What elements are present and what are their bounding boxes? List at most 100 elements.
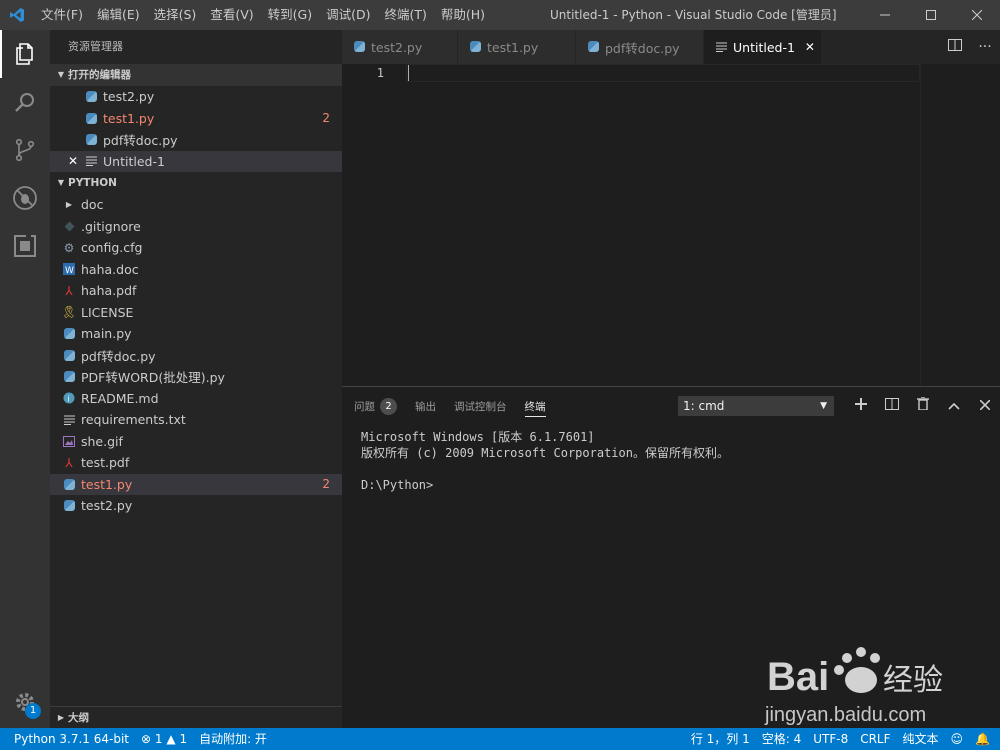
terminal-select[interactable]: 1: cmd ▼: [678, 396, 834, 416]
activity-bar: 1: [0, 30, 50, 728]
window-title: Untitled-1 - Python - Visual Studio Code…: [550, 8, 837, 22]
terminal-output[interactable]: Microsoft Windows [版本 6.1.7601] 版权所有 (c) …: [361, 429, 729, 493]
terminal-line: 版权所有 (c) 2009 Microsoft Corporation。保留所有…: [361, 446, 729, 460]
minimize-button[interactable]: [862, 0, 908, 30]
warning-icon: ▲: [166, 732, 176, 746]
extensions-icon[interactable]: [0, 222, 50, 270]
file-tree-item[interactable]: PDF转WORD(批处理).py: [50, 366, 342, 388]
python-interpreter[interactable]: Python 3.7.1 64-bit: [0, 728, 135, 750]
editor-tab-label: Untitled-1: [733, 39, 795, 55]
chevron-down-icon: ▼: [57, 178, 65, 187]
chevron-down-icon: ▼: [820, 401, 827, 411]
file-tree-label: haha.doc: [81, 261, 139, 277]
menu-item-0[interactable]: 文件(F): [34, 0, 90, 30]
menu-item-6[interactable]: 终端(T): [377, 0, 433, 30]
chevron-up-icon[interactable]: [938, 396, 969, 416]
tab-output-label: 输出: [415, 400, 436, 413]
menu-item-1[interactable]: 编辑(E): [90, 0, 147, 30]
menu-item-5[interactable]: 调试(D): [319, 0, 377, 30]
open-editor-item[interactable]: ✕ Untitled-1: [50, 150, 342, 172]
explorer-icon[interactable]: [0, 30, 50, 78]
split-editor-icon[interactable]: [940, 39, 970, 55]
open-editor-item[interactable]: test1.py 2: [50, 108, 342, 130]
editor-tab[interactable]: pdf转doc.py: [576, 30, 704, 64]
encoding[interactable]: UTF-8: [807, 728, 854, 750]
file-tree-item[interactable]: ▶ doc: [50, 194, 342, 216]
trash-icon[interactable]: [907, 396, 938, 416]
close-icon[interactable]: ✕: [68, 154, 78, 168]
problems-count-badge: 2: [380, 397, 397, 415]
editor-tab[interactable]: Untitled-1 ✕: [704, 30, 822, 64]
file-tree-item[interactable]: test2.py: [50, 495, 342, 517]
menu-item-2[interactable]: 选择(S): [147, 0, 204, 30]
search-icon[interactable]: [0, 78, 50, 126]
split-terminal-icon[interactable]: [876, 396, 907, 416]
more-actions-icon[interactable]: ···: [970, 39, 1000, 55]
image-file-icon: [62, 434, 76, 448]
file-tree-item[interactable]: main.py: [50, 323, 342, 345]
minimap[interactable]: [920, 64, 1000, 386]
file-tree-item[interactable]: 🎗 LICENSE: [50, 302, 342, 324]
editor-tab[interactable]: test1.py: [458, 30, 576, 64]
tab-terminal[interactable]: 终端: [524, 387, 546, 425]
text-cursor: [408, 65, 409, 81]
close-tab-icon[interactable]: ✕: [805, 40, 815, 54]
tab-debug-console[interactable]: 调试控制台: [454, 387, 507, 425]
indentation[interactable]: 空格: 4: [756, 728, 808, 750]
title-bar: 文件(F) 编辑(E) 选择(S) 查看(V) 转到(G) 调试(D) 终端(T) 帮助(H)…: [0, 0, 1000, 30]
file-tree-item[interactable]: ⚙ config.cfg: [50, 237, 342, 259]
file-tree-item[interactable]: ⅄ test.pdf: [50, 452, 342, 474]
menu-item-4[interactable]: 转到(G): [261, 0, 319, 30]
problems-status[interactable]: ⊗ 1 ▲ 1: [135, 728, 193, 750]
open-editor-item[interactable]: pdf转doc.py: [50, 129, 342, 151]
baidu-watermark: Bai 经验 jingyan.baidu.com: [765, 640, 965, 730]
file-tree-item[interactable]: Whaha.doc: [50, 259, 342, 281]
end-of-line[interactable]: CRLF: [854, 728, 896, 750]
open-editor-item[interactable]: test2.py: [50, 86, 342, 108]
terminal-line: D:\Python>: [361, 478, 434, 492]
file-tree-item[interactable]: test1.py 2: [50, 473, 342, 495]
feedback-smiley-icon[interactable]: ☺: [945, 728, 970, 750]
source-control-icon[interactable]: [0, 126, 50, 174]
svg-text:经验: 经验: [883, 663, 943, 698]
vscode-logo-icon: [0, 0, 34, 30]
menu-item-3[interactable]: 查看(V): [203, 0, 260, 30]
warning-count: 1: [179, 732, 188, 746]
text-file-icon: [84, 154, 98, 168]
settings-gear-icon[interactable]: 1: [0, 676, 50, 728]
debug-icon[interactable]: [0, 174, 50, 222]
file-tree-item[interactable]: .gitignore: [50, 216, 342, 238]
close-panel-icon[interactable]: [969, 396, 1000, 416]
file-tree-item[interactable]: requirements.txt: [50, 409, 342, 431]
tab-problems[interactable]: 问题 2: [354, 387, 397, 425]
cursor-position[interactable]: 行 1，列 1: [685, 728, 756, 750]
sidebar-title: 资源管理器: [68, 40, 123, 53]
close-window-button[interactable]: [954, 0, 1000, 30]
file-tree-item[interactable]: i README.md: [50, 388, 342, 410]
outline-label: 大纲: [68, 711, 89, 724]
terminal-select-value: 1: cmd: [683, 399, 725, 413]
tab-output[interactable]: 输出: [415, 387, 436, 425]
notifications-bell-icon[interactable]: 🔔: [969, 728, 1000, 750]
editor-tab[interactable]: test2.py: [342, 30, 458, 64]
file-tree-label: main.py: [81, 326, 132, 342]
outline-header[interactable]: ▶ 大纲: [50, 706, 342, 728]
open-editors-header[interactable]: ▼ 打开的编辑器: [50, 64, 342, 86]
gitignore-icon: [62, 219, 76, 233]
file-tree-item[interactable]: she.gif: [50, 431, 342, 453]
code-editor[interactable]: 1: [342, 64, 1000, 386]
file-tree-item[interactable]: pdf转doc.py: [50, 345, 342, 367]
language-mode[interactable]: 纯文本: [897, 728, 945, 750]
license-icon: 🎗: [61, 305, 77, 320]
new-terminal-icon[interactable]: [845, 396, 876, 416]
current-line-highlight: [406, 64, 920, 82]
open-editor-label: Untitled-1: [103, 153, 165, 169]
file-tree-item[interactable]: ⅄ haha.pdf: [50, 280, 342, 302]
error-count-badge: 2: [322, 477, 330, 492]
folder-header[interactable]: ▼ PYTHON: [50, 172, 342, 194]
editor-tabs: test2.py test1.py pdf转doc.py Untitled-1 ✕ ··…: [342, 30, 1000, 64]
status-bar: Python 3.7.1 64-bit ⊗ 1 ▲ 1 自动附加: 开 行 1，…: [0, 728, 1000, 750]
svg-text:i: i: [67, 395, 69, 404]
auto-attach[interactable]: 自动附加: 开: [193, 728, 273, 750]
maximize-button[interactable]: [908, 0, 954, 30]
